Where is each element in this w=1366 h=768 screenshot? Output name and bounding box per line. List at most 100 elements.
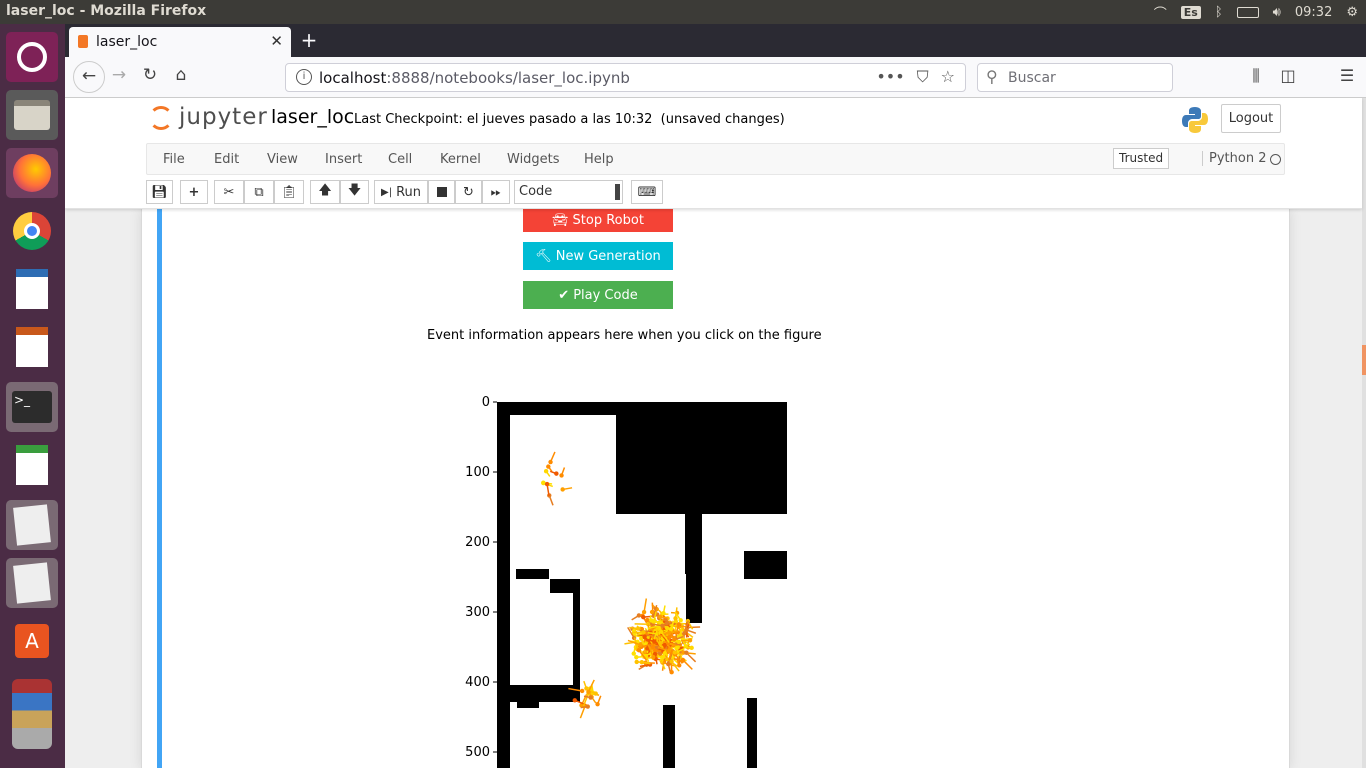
play-code-button[interactable]: ✔ Play Code xyxy=(523,281,673,309)
text-editor-icon[interactable] xyxy=(6,558,58,608)
car-icon: 🚘︎ xyxy=(552,213,569,228)
cell-type-select[interactable]: Code xyxy=(514,180,623,204)
particle xyxy=(649,609,655,615)
jupyter-header: jupyter laser_loc Last Checkpoint: el ju… xyxy=(65,98,1362,209)
restart-button[interactable]: ↻ xyxy=(455,180,482,204)
back-button[interactable]: ← xyxy=(73,61,105,93)
bookmark-star-icon[interactable]: ☆ xyxy=(941,67,955,87)
library-icon[interactable]: ⫼ xyxy=(1245,66,1267,86)
menu-insert[interactable]: Insert xyxy=(325,152,362,167)
arrow-up-icon: 🡅 xyxy=(318,183,332,198)
menu-kernel[interactable]: Kernel xyxy=(440,152,481,167)
particle xyxy=(634,659,639,665)
bluetooth-icon[interactable]: ᛒ xyxy=(1215,5,1223,20)
y-tick-label: 500 xyxy=(465,745,490,760)
cut-button[interactable]: ✂ xyxy=(214,180,244,204)
forward-button[interactable]: → xyxy=(107,65,131,85)
sidebar-icon[interactable]: ◫ xyxy=(1277,66,1299,85)
search-icon: ⚲ xyxy=(986,67,998,86)
interrupt-button[interactable] xyxy=(428,180,455,204)
stacked-apps-icon[interactable] xyxy=(6,674,58,754)
small-block-lower-left xyxy=(517,699,539,708)
particle xyxy=(667,634,672,640)
menu-edit[interactable]: Edit xyxy=(214,152,239,167)
particle xyxy=(548,459,553,465)
text-editor-icon[interactable] xyxy=(6,500,58,550)
url-bar[interactable]: i localhost:8888/notebooks/laser_loc.ipy… xyxy=(285,63,966,92)
tab-laser-loc[interactable]: laser_loc ✕ xyxy=(69,27,291,57)
command-palette-button[interactable]: ⌨ xyxy=(631,180,663,204)
menu-widgets[interactable]: Widgets xyxy=(507,152,560,167)
pocket-icon[interactable]: ⛉ xyxy=(917,67,929,87)
fast-forward-icon: ⏩︎ xyxy=(490,184,502,200)
particle xyxy=(660,623,665,628)
pillar-bottom-2 xyxy=(747,698,757,768)
close-icon[interactable]: ✕ xyxy=(270,32,283,50)
search-bar[interactable]: ⚲ Buscar xyxy=(977,63,1173,92)
y-tick-label: 100 xyxy=(465,465,490,480)
volume-icon[interactable]: 🔊︎ xyxy=(1273,5,1281,20)
firefox-icon[interactable] xyxy=(6,148,58,198)
chrome-icon[interactable] xyxy=(6,206,58,256)
notebook-name[interactable]: laser_loc xyxy=(271,106,354,128)
impress-icon[interactable] xyxy=(6,322,58,372)
particle xyxy=(651,654,656,660)
map-plot[interactable]: 0 100 200 300 400 500 xyxy=(387,389,787,768)
logout-button[interactable]: Logout xyxy=(1221,104,1281,133)
copy-button[interactable]: ⧉ xyxy=(244,180,274,204)
particle xyxy=(657,614,663,620)
trusted-badge[interactable]: Trusted xyxy=(1113,148,1170,169)
particle xyxy=(543,468,549,474)
calc-icon[interactable] xyxy=(6,440,58,490)
url-text[interactable]: localhost:8888/notebooks/laser_loc.ipynb xyxy=(319,69,630,87)
keyboard-layout-indicator[interactable]: Es xyxy=(1180,6,1201,19)
page-actions-button[interactable]: ••• xyxy=(876,67,904,87)
jupyter-logo[interactable]: jupyter xyxy=(149,104,267,134)
reload-button[interactable]: ↻ xyxy=(138,65,162,85)
page-scrollbar[interactable] xyxy=(1362,98,1366,768)
gear-icon[interactable]: ⚙ xyxy=(1346,5,1358,20)
wifi-icon[interactable]: ⌒ xyxy=(1154,3,1167,22)
move-down-button[interactable]: 🡇 xyxy=(340,180,369,204)
paste-button[interactable]: 📋︎ xyxy=(274,180,304,204)
software-center-icon[interactable]: A xyxy=(6,616,58,666)
run-button[interactable]: ▶| Run xyxy=(374,180,428,204)
particle xyxy=(636,648,642,653)
files-icon[interactable] xyxy=(6,90,58,140)
particle xyxy=(559,473,564,478)
new-generation-button[interactable]: 🔨︎ New Generation xyxy=(523,242,673,270)
ubuntu-dash-icon[interactable] xyxy=(6,32,58,82)
menu-icon[interactable]: ☰ xyxy=(1336,66,1358,85)
particle xyxy=(678,618,683,623)
scrollbar-marker xyxy=(1362,345,1366,375)
home-button[interactable]: ⌂ xyxy=(169,65,193,85)
small-wall-left xyxy=(516,569,549,579)
particle xyxy=(676,622,682,627)
particle xyxy=(666,648,672,654)
save-button[interactable]: 💾︎ xyxy=(146,180,173,204)
particle xyxy=(544,481,550,487)
particle xyxy=(546,464,551,469)
menu-file[interactable]: File xyxy=(163,152,185,167)
menu-help[interactable]: Help xyxy=(584,152,614,167)
clock[interactable]: 09:32 xyxy=(1295,5,1332,20)
terminal-icon[interactable]: >_ xyxy=(6,382,58,432)
map-image xyxy=(497,402,787,768)
y-tick-label: 200 xyxy=(465,535,490,550)
particle xyxy=(677,663,682,668)
writer-icon[interactable] xyxy=(6,264,58,314)
particle xyxy=(595,701,600,707)
particle xyxy=(672,650,678,655)
info-icon[interactable]: i xyxy=(296,69,312,85)
stop-robot-button[interactable]: 🚘︎ Stop Robot xyxy=(523,209,673,232)
stop-icon xyxy=(436,187,447,197)
battery-icon[interactable] xyxy=(1236,7,1259,18)
menu-view[interactable]: View xyxy=(267,152,298,167)
restart-run-all-button[interactable]: ⏩︎ xyxy=(482,180,510,204)
move-up-button[interactable]: 🡅 xyxy=(310,180,340,204)
particle xyxy=(658,629,664,634)
particle xyxy=(631,651,636,656)
insert-cell-button[interactable]: + xyxy=(180,180,208,204)
menu-cell[interactable]: Cell xyxy=(388,152,412,167)
new-tab-button[interactable]: + xyxy=(297,28,321,52)
